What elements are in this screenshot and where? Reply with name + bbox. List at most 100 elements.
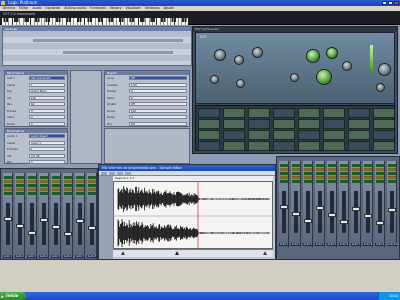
insert-slot[interactable] [328, 164, 336, 167]
insert-slot[interactable] [52, 184, 60, 187]
insert-slot[interactable] [304, 168, 312, 171]
fader-handle[interactable] [280, 205, 288, 209]
region-bar[interactable] [33, 39, 183, 42]
parameter-value-field[interactable]: GM Instrument [29, 76, 65, 81]
modulation-slot[interactable] [223, 108, 245, 118]
insert-slot[interactable] [280, 168, 288, 171]
insert-slot[interactable] [388, 168, 396, 171]
insert-slot[interactable] [292, 164, 300, 167]
volume-knob[interactable] [378, 63, 391, 76]
insert-slot[interactable] [376, 176, 384, 179]
insert-slot[interactable] [388, 180, 396, 183]
insert-slot[interactable] [304, 176, 312, 179]
waveform-display[interactable] [113, 181, 274, 250]
insert-slot[interactable] [40, 176, 48, 179]
fader-handle[interactable] [376, 221, 384, 225]
modulation-slot[interactable] [298, 119, 320, 129]
insert-slot[interactable] [40, 188, 48, 191]
insert-slot[interactable] [292, 180, 300, 183]
insert-slot[interactable] [76, 188, 84, 191]
parameter-value-field[interactable]: 1 [29, 147, 65, 152]
modulation-slot[interactable] [198, 141, 220, 151]
insert-slot[interactable] [28, 188, 36, 191]
insert-slot[interactable] [28, 192, 36, 195]
start-marker-icon[interactable] [121, 251, 125, 255]
insert-slot[interactable] [64, 180, 72, 183]
insert-slot[interactable] [4, 188, 12, 191]
insert-slot[interactable] [364, 176, 372, 179]
fader-handle[interactable] [328, 213, 336, 217]
fader-handle[interactable] [52, 225, 60, 229]
parameter-value-field[interactable]: Audio Object [29, 134, 65, 139]
parameter-value-field[interactable]: 0 [129, 115, 187, 120]
insert-slot[interactable] [4, 180, 12, 183]
maximize-button[interactable] [388, 1, 393, 5]
insert-slot[interactable] [340, 180, 348, 183]
insert-slot[interactable] [280, 172, 288, 175]
insert-slot[interactable] [88, 192, 96, 195]
modulation-slot[interactable] [273, 119, 295, 129]
modulation-slot[interactable] [323, 108, 345, 118]
modulation-slot[interactable] [248, 119, 270, 129]
insert-slot[interactable] [304, 172, 312, 175]
insert-slot[interactable] [388, 172, 396, 175]
modulation-slot[interactable] [298, 130, 320, 140]
play-tool-button[interactable] [125, 172, 131, 175]
insert-slot[interactable] [340, 164, 348, 167]
fader-handle[interactable] [352, 207, 360, 211]
modulation-slot[interactable] [273, 108, 295, 118]
insert-slot[interactable] [340, 168, 348, 171]
insert-slot[interactable] [280, 176, 288, 179]
insert-slot[interactable] [88, 184, 96, 187]
insert-slot[interactable] [292, 172, 300, 175]
insert-slot[interactable] [376, 168, 384, 171]
fader-handle[interactable] [304, 219, 312, 223]
insert-slot[interactable] [52, 192, 60, 195]
insert-slot[interactable] [388, 164, 396, 167]
modulation-slot[interactable] [323, 141, 345, 151]
parameter-value-field[interactable]: 0 [129, 95, 187, 100]
insert-slot[interactable] [316, 168, 324, 171]
parameter-value-field[interactable]: 64 [29, 102, 65, 107]
insert-slot[interactable] [28, 176, 36, 179]
insert-slot[interactable] [16, 180, 24, 183]
insert-slot[interactable] [340, 176, 348, 179]
insert-slot[interactable] [304, 164, 312, 167]
insert-slot[interactable] [328, 180, 336, 183]
insert-slot[interactable] [64, 176, 72, 179]
modulation-slot[interactable] [273, 141, 295, 151]
modulation-slot[interactable] [348, 130, 370, 140]
pencil-tool-button[interactable] [109, 172, 115, 175]
insert-slot[interactable] [304, 180, 312, 183]
modulation-slot[interactable] [248, 108, 270, 118]
insert-slot[interactable] [16, 192, 24, 195]
insert-slot[interactable] [364, 164, 372, 167]
oscillator-knob[interactable] [214, 49, 226, 61]
insert-slot[interactable] [316, 164, 324, 167]
modulation-slot[interactable] [298, 141, 320, 151]
insert-slot[interactable] [16, 176, 24, 179]
insert-slot[interactable] [352, 168, 360, 171]
filter-knob[interactable] [316, 69, 332, 85]
insert-slot[interactable] [76, 184, 84, 187]
modulation-slot[interactable] [373, 130, 395, 140]
insert-slot[interactable] [40, 192, 48, 195]
insert-slot[interactable] [52, 188, 60, 191]
zoom-tool-button[interactable] [117, 172, 123, 175]
insert-slot[interactable] [328, 168, 336, 171]
insert-slot[interactable] [292, 176, 300, 179]
insert-slot[interactable] [364, 180, 372, 183]
parameter-value-field[interactable]: 0 [29, 121, 65, 126]
parameter-value-field[interactable]: 0 [29, 160, 65, 165]
insert-slot[interactable] [316, 180, 324, 183]
mix-knob[interactable] [210, 75, 219, 84]
fader-handle[interactable] [16, 224, 24, 228]
fader-handle[interactable] [292, 212, 300, 216]
fader-handle[interactable] [4, 217, 12, 221]
oscillator-knob[interactable] [252, 47, 263, 58]
insert-slot[interactable] [352, 176, 360, 179]
playhead-marker-icon[interactable] [175, 251, 179, 255]
insert-slot[interactable] [64, 188, 72, 191]
insert-slot[interactable] [376, 172, 384, 175]
parameter-value-field[interactable]: 100 [29, 95, 65, 100]
